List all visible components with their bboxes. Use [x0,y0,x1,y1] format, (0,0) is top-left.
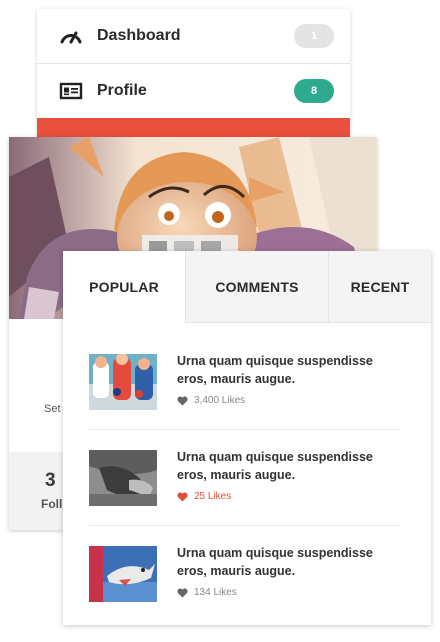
post-title[interactable]: Urna quam quisque suspendisse eros, maur… [177,544,401,580]
likes-count: 25 Likes [194,491,232,502]
post-likes: 3,400 Likes [177,395,245,406]
heart-icon[interactable] [177,587,188,598]
menu-item-dashboard[interactable]: Dashboard 1 [37,9,350,64]
post-item[interactable]: Urna quam quisque suspendisse eros, maur… [89,546,401,642]
post-thumbnail[interactable] [89,450,157,506]
menu-item-label: Profile [97,82,147,99]
post-item[interactable]: Urna quam quisque suspendisse eros, maur… [89,450,401,546]
followers-count: 3 [45,470,56,491]
posts-tabs-card: POPULAR COMMENTS RECENT Urna quam quisqu… [63,251,431,625]
menu-card: Dashboard 1 Profile 8 [37,9,350,154]
likes-count: 134 Likes [194,587,237,598]
heart-icon[interactable] [177,491,188,502]
tab-bar: POPULAR COMMENTS RECENT [63,251,431,323]
post-likes: 134 Likes [177,587,237,598]
profile-count-badge: 8 [294,79,334,103]
dashboard-count-badge: 1 [294,24,334,48]
post-title[interactable]: Urna quam quisque suspendisse eros, maur… [177,352,401,388]
post-divider [89,525,401,526]
followers-label: Foll [41,497,63,511]
menu-item-profile[interactable]: Profile 8 [37,64,350,118]
profile-settings-text: Set [44,403,61,415]
heart-icon[interactable] [177,395,188,406]
id-card-icon [59,82,83,100]
gauge-icon [60,31,82,44]
post-thumbnail[interactable] [89,546,157,602]
post-item[interactable]: Urna quam quisque suspendisse eros, maur… [89,354,401,450]
menu-item-label: Dashboard [97,27,181,44]
post-thumbnail[interactable] [89,354,157,410]
tab-popular[interactable]: POPULAR [63,251,185,323]
post-divider [89,429,401,430]
post-title[interactable]: Urna quam quisque suspendisse eros, maur… [177,448,401,484]
likes-count: 3,400 Likes [194,395,246,406]
tab-recent[interactable]: RECENT [328,251,431,323]
tab-comments[interactable]: COMMENTS [185,251,328,323]
post-likes: 25 Likes [177,491,231,502]
